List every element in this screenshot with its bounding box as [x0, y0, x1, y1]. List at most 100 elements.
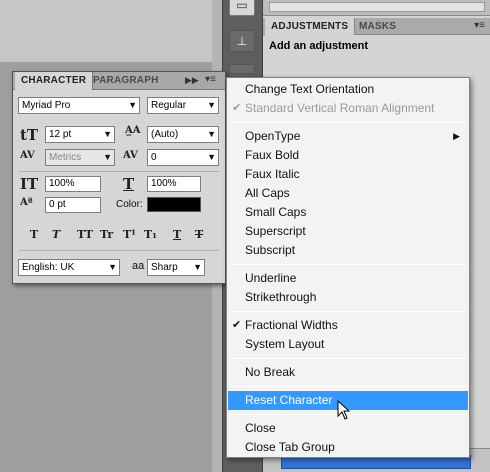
horizontal-scale-field[interactable]: 100% — [147, 176, 201, 192]
color-label: Color: — [116, 199, 143, 210]
tracking-select[interactable]: 0 ▼ — [147, 149, 219, 166]
menu-item-no-break[interactable]: No Break — [228, 363, 468, 382]
baseline-shift-icon: Aª — [20, 197, 33, 208]
antialias-icon: aa — [132, 260, 145, 272]
menu-item-close[interactable]: Close — [228, 419, 468, 438]
menu-item-fractional-widths[interactable]: ✔ Fractional Widths — [228, 316, 468, 335]
menu-item-close-tab-group[interactable]: Close Tab Group — [228, 438, 468, 457]
menu-item-label: Superscript — [245, 224, 306, 238]
tracking-icon: AV — [123, 150, 138, 161]
menu-item-label: Faux Italic — [245, 167, 300, 181]
chevron-down-icon: ▼ — [193, 262, 202, 272]
antialias-value: Sharp — [151, 262, 178, 273]
vertical-scale-field[interactable]: 100% — [45, 176, 101, 192]
checkmark-icon: ✔ — [232, 319, 242, 331]
chevron-down-icon: ▼ — [207, 100, 216, 110]
menu-item-label: Change Text Orientation — [245, 82, 375, 96]
panel-top-field — [269, 2, 485, 12]
menu-item-label: Small Caps — [245, 205, 307, 219]
stamp-icon[interactable]: ⊥ — [229, 30, 255, 52]
font-style-select[interactable]: Regular ▼ — [147, 97, 219, 114]
kerning-select[interactable]: Metrics ▼ — [45, 149, 115, 166]
mouse-cursor-icon — [337, 400, 351, 420]
leading-icon: A̲A — [125, 125, 141, 136]
tab-character[interactable]: CHARACTER — [15, 72, 94, 90]
font-size-icon: tT — [20, 126, 39, 144]
menu-item-change-text-orientation[interactable]: Change Text Orientation — [228, 80, 468, 99]
navigator-icon[interactable]: ▭ — [229, 0, 255, 16]
vertical-scale-value: 100% — [49, 178, 75, 189]
menu-item-label: Close — [245, 421, 276, 435]
chevron-down-icon: ▼ — [103, 129, 112, 139]
vertical-scale-icon: IT — [20, 175, 39, 193]
menu-item-subscript[interactable]: Subscript — [228, 241, 468, 260]
leading-select[interactable]: (Auto) ▼ — [147, 126, 219, 143]
strikethrough-button[interactable]: T — [195, 228, 203, 241]
panel-menu-icon[interactable]: ▾≡ — [205, 74, 216, 85]
superscript-button[interactable]: T¹ — [123, 228, 136, 241]
kerning-icon: AV — [20, 150, 35, 161]
character-panel: CHARACTER PARAGRAPH ▶▶ ▾≡ Myriad Pro ▼ R… — [12, 71, 226, 284]
adjustments-menu-icon[interactable]: ▾≡ — [474, 20, 485, 31]
all-caps-button[interactable]: TT — [77, 228, 93, 241]
menu-item-label: Subscript — [245, 243, 296, 257]
baseline-shift-field[interactable]: 0 pt — [45, 197, 101, 213]
antialias-select[interactable]: Sharp ▼ — [147, 259, 205, 276]
menu-item-small-caps[interactable]: Small Caps — [228, 203, 468, 222]
menu-item-opentype[interactable]: OpenType ▶ — [228, 127, 468, 146]
section-divider — [19, 250, 219, 251]
language-select[interactable]: English: UK ▼ — [18, 259, 120, 276]
adjustments-heading: Add an adjustment — [269, 40, 369, 52]
menu-item-all-caps[interactable]: All Caps — [228, 184, 468, 203]
menu-item-label: System Layout — [245, 337, 325, 351]
font-family-value: Myriad Pro — [22, 100, 71, 111]
section-divider — [19, 171, 219, 172]
small-caps-button[interactable]: Tr — [100, 228, 113, 241]
menu-item-superscript[interactable]: Superscript — [228, 222, 468, 241]
tracking-value: 0 — [151, 152, 157, 163]
leading-value: (Auto) — [151, 129, 179, 140]
font-family-select[interactable]: Myriad Pro ▼ — [18, 97, 140, 114]
font-style-value: Regular — [151, 100, 187, 111]
font-size-value: 12 pt — [49, 129, 72, 140]
font-size-select[interactable]: 12 pt ▼ — [45, 126, 115, 143]
menu-item-label: OpenType — [245, 129, 301, 143]
adjustments-tabbar: ADJUSTMENTS MASKS ▾≡ — [263, 18, 490, 35]
tab-adjustments[interactable]: ADJUSTMENTS — [265, 18, 356, 35]
panel-top-strip — [263, 0, 490, 16]
menu-item-faux-italic[interactable]: Faux Italic — [228, 165, 468, 184]
menu-item-faux-bold[interactable]: Faux Bold — [228, 146, 468, 165]
checkmark-icon: ✔ — [232, 102, 242, 114]
chevron-down-icon: ▼ — [207, 152, 216, 162]
chevron-down-icon: ▼ — [103, 152, 112, 162]
baseline-shift-value: 0 pt — [49, 199, 66, 210]
horizontal-scale-icon: T — [123, 175, 135, 193]
color-swatch[interactable] — [147, 197, 201, 212]
menu-item-system-layout[interactable]: System Layout — [228, 335, 468, 354]
menu-item-label: Reset Character — [245, 393, 333, 407]
menu-separator — [230, 122, 466, 123]
menu-item-label: Strikethrough — [245, 290, 317, 304]
menu-separator — [230, 386, 466, 387]
collapse-icon[interactable]: ▶▶ — [185, 75, 199, 86]
menu-item-strikethrough[interactable]: Strikethrough — [228, 288, 468, 307]
chevron-down-icon: ▼ — [108, 262, 117, 272]
menu-separator — [230, 311, 466, 312]
tab-paragraph[interactable]: PARAGRAPH — [87, 72, 165, 90]
chevron-down-icon: ▼ — [128, 100, 137, 110]
menu-item-label: Underline — [245, 271, 297, 285]
kerning-value: Metrics — [49, 152, 82, 163]
menu-separator — [230, 264, 466, 265]
subscript-button[interactable]: T₁ — [144, 228, 157, 241]
faux-italic-button[interactable]: T — [52, 228, 60, 241]
underline-button[interactable]: T — [173, 228, 181, 241]
menu-item-label: Close Tab Group — [245, 440, 335, 454]
tab-masks[interactable]: MASKS — [353, 18, 402, 35]
document-canvas[interactable] — [0, 0, 212, 62]
menu-item-underline[interactable]: Underline — [228, 269, 468, 288]
faux-bold-button[interactable]: T — [30, 228, 38, 241]
character-tabbar: CHARACTER PARAGRAPH ▶▶ ▾≡ — [13, 72, 225, 90]
character-panel-icon[interactable] — [229, 64, 255, 74]
chevron-down-icon: ▼ — [207, 129, 216, 139]
submenu-arrow-icon: ▶ — [453, 131, 460, 141]
